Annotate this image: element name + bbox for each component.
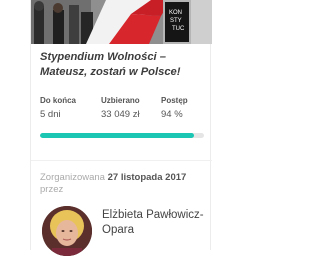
stat-time-left: Do końca 5 dni xyxy=(40,96,76,121)
stat-value: 5 dni xyxy=(40,109,61,120)
avatar-photo xyxy=(42,206,92,256)
progress-bar xyxy=(40,133,204,138)
campaign-title[interactable]: Stypendium Wolności – Mateusz, zostań w … xyxy=(40,50,205,79)
stat-label: Uzbierano xyxy=(101,96,140,105)
stat-label: Do końca xyxy=(40,96,77,105)
organizer-avatar[interactable] xyxy=(42,206,92,256)
progress-bar-fill xyxy=(40,133,195,138)
stat-value: 94 % xyxy=(161,109,183,120)
campaign-stats: Do końca 5 dni Uzbierano 33 049 zł Postę… xyxy=(40,96,205,124)
divider xyxy=(31,160,212,161)
hero-sign-text: KON xyxy=(169,10,182,16)
campaign-card[interactable]: KON STY TUC Stypendium Wolności – Mateus… xyxy=(30,0,212,256)
stat-progress: Postęp 94 % xyxy=(161,96,188,121)
campaign-hero-image[interactable]: KON STY TUC xyxy=(31,0,212,44)
stat-raised: Uzbierano 33 049 zł xyxy=(101,96,140,121)
organized-by: przez xyxy=(40,184,64,195)
hero-sign-text: TUC xyxy=(172,26,185,32)
stat-label: Postęp xyxy=(161,96,188,105)
organized-date: 27 listopada 2017 xyxy=(107,172,187,183)
stat-value: 33 049 zł xyxy=(101,109,140,120)
organized-prefix: Zorganizowana xyxy=(40,172,105,183)
organized-info: Zorganizowana 27 listopada 2017 przez xyxy=(40,172,210,196)
hero-photo: KON STY TUC xyxy=(31,0,212,44)
organizer-name[interactable]: Elżbieta Pawłowicz-Opara xyxy=(102,208,210,238)
hero-sign-text: STY xyxy=(170,18,182,24)
